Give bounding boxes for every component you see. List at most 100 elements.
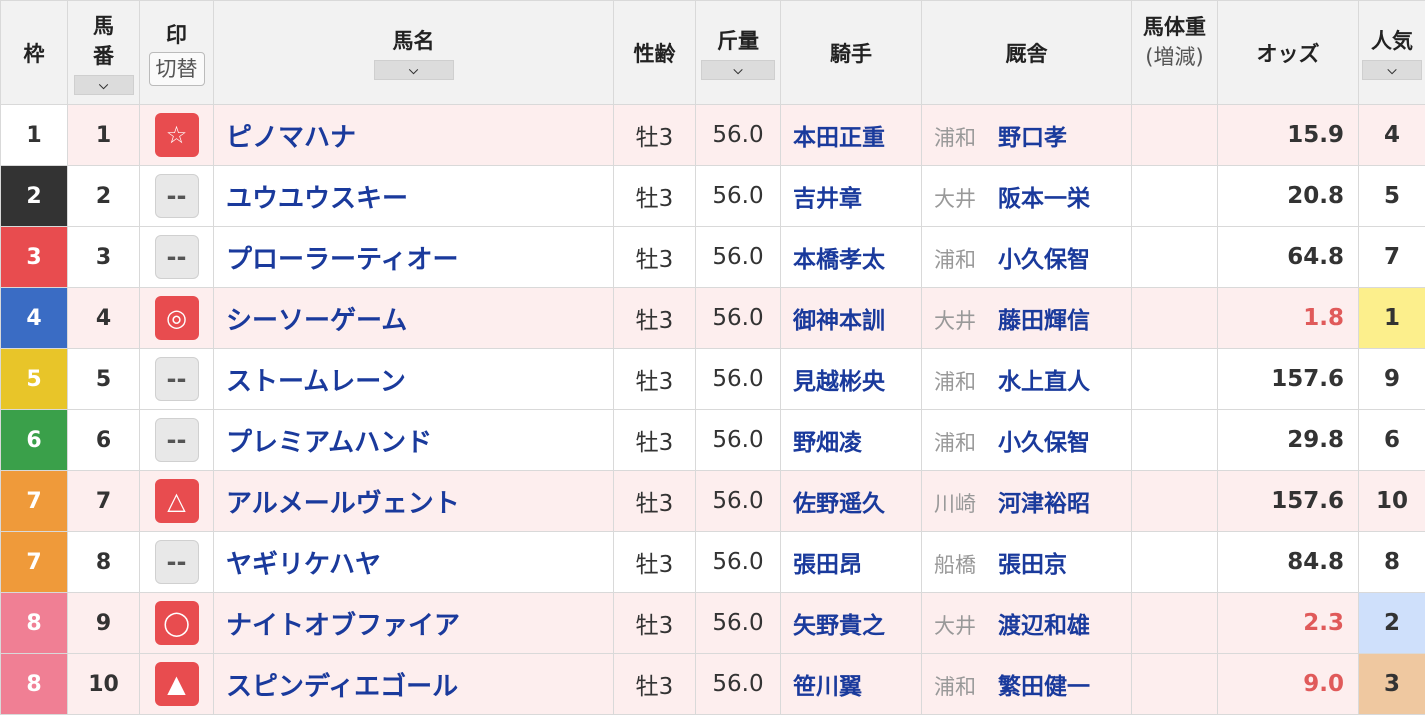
waku-cell: 3 — [0, 226, 68, 288]
header-jockey: 騎手 — [780, 0, 922, 105]
trainer-link[interactable]: 小久保智 — [998, 247, 1090, 273]
weight-cell: 56.0 — [695, 165, 781, 227]
header-waku: 枠 — [0, 0, 68, 105]
mark-toggle-button[interactable]: ▲ — [154, 662, 199, 706]
waku-cell: 5 — [0, 348, 68, 410]
horse-name-link[interactable]: ピノマハナ — [213, 104, 614, 166]
popularity-cell: 2 — [1358, 592, 1425, 654]
odds-cell: 84.8 — [1217, 531, 1359, 593]
sex-age-cell: 牡3 — [613, 592, 696, 654]
jockey-link[interactable]: 笹川翼 — [780, 653, 922, 715]
sex-age-cell: 牡3 — [613, 287, 696, 349]
horse-name-link[interactable]: ユウユウスキー — [213, 165, 614, 227]
mark-cell: -- — [139, 165, 214, 227]
sort-horse-chevron-icon[interactable]: ⌵ — [373, 59, 454, 80]
jockey-link[interactable]: 張田昂 — [780, 531, 922, 593]
mark-cell: -- — [139, 348, 214, 410]
trainer-link[interactable]: 河津裕昭 — [998, 491, 1090, 517]
stable-cell: 浦和 水上直人 — [921, 348, 1132, 410]
trainer-link[interactable]: 水上直人 — [998, 369, 1090, 395]
waku-cell: 7 — [0, 470, 68, 532]
table-row: 8 10 ▲ スピンディエゴール 牡3 56.0 笹川翼 浦和 繁田健一 9.0 3 — [0, 653, 1425, 715]
sex-age-cell: 牡3 — [613, 348, 696, 410]
weight-cell: 56.0 — [695, 653, 781, 715]
waku-cell: 1 — [0, 104, 68, 166]
header-body-weight-label: 馬体重 — [1143, 14, 1206, 39]
mark-toggle-button[interactable]: -- — [154, 235, 199, 279]
mark-cell: -- — [139, 531, 214, 593]
jockey-link[interactable]: 御神本訓 — [780, 287, 922, 349]
sex-age-cell: 牡3 — [613, 470, 696, 532]
horse-name-link[interactable]: プレミアムハンド — [213, 409, 614, 471]
sort-weight-chevron-icon[interactable]: ⌵ — [701, 59, 775, 80]
jockey-link[interactable]: 本橋孝太 — [780, 226, 922, 288]
mark-toggle-button[interactable]: ◯ — [154, 601, 199, 645]
stable-region: 浦和 — [934, 675, 976, 699]
umaban-cell: 10 — [67, 653, 140, 715]
mark-toggle-button[interactable]: -- — [154, 418, 199, 462]
mark-toggle-button[interactable]: ☆ — [154, 113, 199, 157]
umaban-cell: 9 — [67, 592, 140, 654]
odds-cell: 157.6 — [1217, 348, 1359, 410]
waku-cell: 2 — [0, 165, 68, 227]
header-umaban[interactable]: 馬 番 ⌵ — [67, 0, 140, 105]
race-entry-table: 枠 馬 番 ⌵ 印 切替 馬名 ⌵ 性齢 斤量 ⌵ 騎手 厩舎 馬体重 (増減)… — [0, 0, 1425, 715]
stable-region: 浦和 — [934, 248, 976, 272]
jockey-link[interactable]: 見越彬央 — [780, 348, 922, 410]
header-weight[interactable]: 斤量 ⌵ — [695, 0, 781, 105]
umaban-cell: 1 — [67, 104, 140, 166]
mark-toggle-button[interactable]: -- — [154, 357, 199, 401]
header-pop-label: 人気 — [1371, 28, 1413, 53]
mark-toggle-button[interactable]: -- — [154, 540, 199, 584]
table-header-row: 枠 馬 番 ⌵ 印 切替 馬名 ⌵ 性齢 斤量 ⌵ 騎手 厩舎 馬体重 (増減)… — [0, 0, 1425, 105]
horse-name-link[interactable]: ストームレーン — [213, 348, 614, 410]
mark-cell: ☆ — [139, 104, 214, 166]
sort-pop-chevron-icon[interactable]: ⌵ — [1362, 59, 1422, 80]
trainer-link[interactable]: 渡辺和雄 — [998, 613, 1090, 639]
table-row: 5 5 -- ストームレーン 牡3 56.0 見越彬央 浦和 水上直人 157.6 9 — [0, 348, 1425, 410]
header-pop[interactable]: 人気 ⌵ — [1358, 0, 1425, 105]
header-horse[interactable]: 馬名 ⌵ — [213, 0, 614, 105]
stable-region: 浦和 — [934, 370, 976, 394]
header-umaban-line1: 馬 — [93, 13, 114, 38]
odds-cell: 9.0 — [1217, 653, 1359, 715]
horse-name-link[interactable]: ナイトオブファイア — [213, 592, 614, 654]
weight-cell: 56.0 — [695, 348, 781, 410]
sort-umaban-chevron-icon[interactable]: ⌵ — [73, 74, 134, 95]
header-mark-label: 印 — [166, 22, 187, 47]
stable-cell: 大井 藤田輝信 — [921, 287, 1132, 349]
horse-name-link[interactable]: シーソーゲーム — [213, 287, 614, 349]
horse-name-link[interactable]: アルメールヴェント — [213, 470, 614, 532]
trainer-link[interactable]: 野口孝 — [998, 125, 1067, 151]
header-body-weight-diff: (増減) — [1145, 44, 1204, 69]
mark-toggle-button[interactable]: -- — [154, 174, 199, 218]
horse-name-link[interactable]: プローラーティオー — [213, 226, 614, 288]
jockey-link[interactable]: 佐野遥久 — [780, 470, 922, 532]
popularity-cell: 6 — [1358, 409, 1425, 471]
mark-toggle-button[interactable]: ◎ — [154, 296, 199, 340]
stable-region: 大井 — [934, 309, 976, 333]
waku-cell: 8 — [0, 592, 68, 654]
umaban-cell: 8 — [67, 531, 140, 593]
umaban-cell: 5 — [67, 348, 140, 410]
stable-cell: 大井 渡辺和雄 — [921, 592, 1132, 654]
jockey-link[interactable]: 野畑凌 — [780, 409, 922, 471]
trainer-link[interactable]: 繁田健一 — [998, 674, 1090, 700]
jockey-link[interactable]: 本田正重 — [780, 104, 922, 166]
mark-switch-button[interactable]: 切替 — [148, 51, 205, 86]
jockey-link[interactable]: 吉井章 — [780, 165, 922, 227]
trainer-link[interactable]: 張田京 — [998, 552, 1067, 578]
trainer-link[interactable]: 藤田輝信 — [998, 308, 1090, 334]
odds-cell: 157.6 — [1217, 470, 1359, 532]
mark-toggle-button[interactable]: △ — [154, 479, 199, 523]
horse-name-link[interactable]: ヤギリケハヤ — [213, 531, 614, 593]
waku-cell: 6 — [0, 409, 68, 471]
trainer-link[interactable]: 小久保智 — [998, 430, 1090, 456]
table-row: 1 1 ☆ ピノマハナ 牡3 56.0 本田正重 浦和 野口孝 15.9 4 — [0, 104, 1425, 166]
umaban-cell: 2 — [67, 165, 140, 227]
trainer-link[interactable]: 阪本一栄 — [998, 186, 1090, 212]
mark-cell: -- — [139, 409, 214, 471]
jockey-link[interactable]: 矢野貴之 — [780, 592, 922, 654]
body-weight-cell — [1131, 104, 1218, 166]
horse-name-link[interactable]: スピンディエゴール — [213, 653, 614, 715]
